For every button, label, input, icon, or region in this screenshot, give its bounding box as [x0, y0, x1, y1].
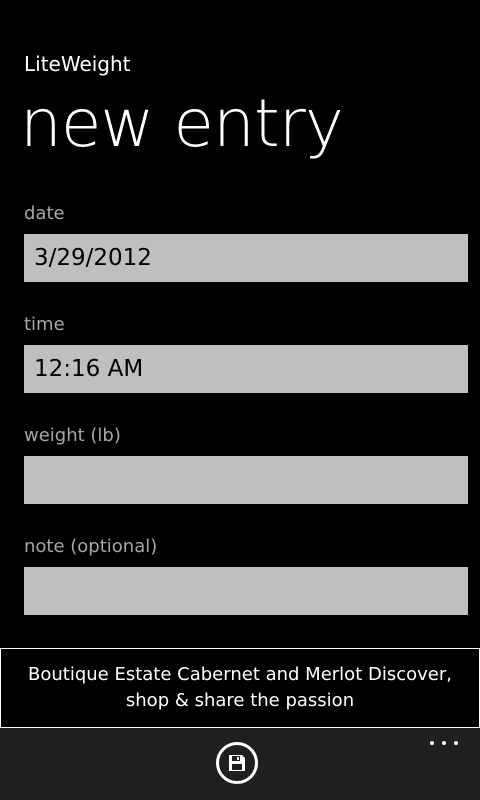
weight-label: weight (lb)	[24, 425, 121, 446]
ad-text: Boutique Estate Cabernet and Merlot Disc…	[28, 664, 452, 711]
note-field[interactable]	[24, 567, 468, 615]
save-icon	[229, 755, 245, 771]
app-title: LiteWeight	[24, 52, 131, 76]
weight-field[interactable]	[24, 456, 468, 504]
time-label: time	[24, 314, 65, 335]
more-icon-dot	[442, 741, 446, 745]
note-label: note (optional)	[24, 536, 158, 557]
date-field[interactable]: 3/29/2012	[24, 234, 468, 282]
app-bar	[0, 728, 480, 800]
save-button[interactable]	[216, 742, 258, 784]
ad-banner[interactable]: Boutique Estate Cabernet and Merlot Disc…	[0, 648, 480, 728]
page-title: new entry	[20, 85, 344, 162]
time-field[interactable]: 12:16 AM	[24, 345, 468, 393]
more-icon-dot	[430, 741, 434, 745]
more-icon-dot	[454, 741, 458, 745]
date-label: date	[24, 203, 65, 224]
more-button[interactable]	[424, 734, 464, 752]
